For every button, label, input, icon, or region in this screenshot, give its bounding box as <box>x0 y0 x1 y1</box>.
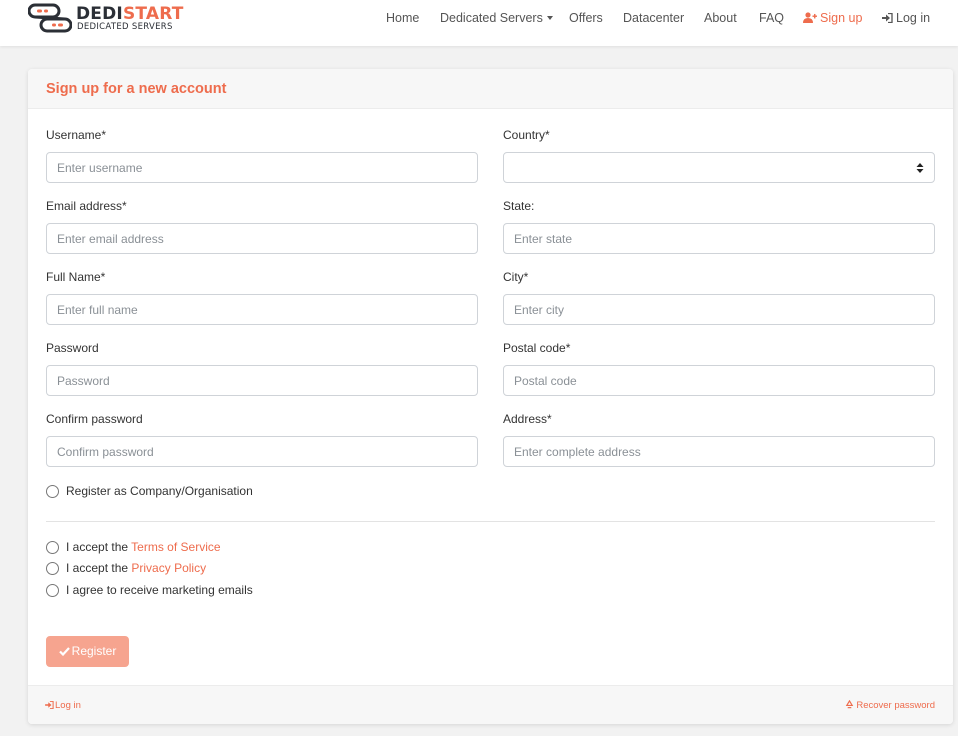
password-input[interactable] <box>46 365 478 396</box>
register-button[interactable]: Register <box>46 636 129 667</box>
city-label: City* <box>503 270 529 284</box>
username-label: Username* <box>46 128 107 142</box>
recover-password-label: Recover password <box>856 700 935 711</box>
city-input[interactable] <box>503 294 935 325</box>
nav-home[interactable]: Home <box>386 10 419 26</box>
card-header: Sign up for a new account <box>28 69 953 109</box>
nav-signup-label: Sign up <box>820 11 863 25</box>
company-checkbox[interactable] <box>46 485 59 498</box>
email-input[interactable] <box>46 223 478 254</box>
navbar: DEDISTART DEDICATED SERVERS Home Dedicat… <box>0 0 958 46</box>
postal-code-label: Postal code* <box>503 341 571 355</box>
brand-name-part1: DEDI <box>76 4 123 24</box>
nav-dedicated-servers[interactable]: Dedicated Servers <box>440 10 553 26</box>
username-input[interactable] <box>46 152 478 183</box>
full-name-input[interactable] <box>46 294 478 325</box>
terms-prefix: I accept the <box>66 540 129 554</box>
card-footer: Log in Recover password <box>28 685 953 724</box>
marketing-checkbox-label: I agree to receive marketing emails <box>66 583 253 597</box>
full-name-label: Full Name* <box>46 270 106 284</box>
divider <box>46 521 935 522</box>
email-label: Email address* <box>46 199 127 213</box>
recycle-icon <box>846 699 854 709</box>
marketing-checkbox[interactable] <box>46 584 59 597</box>
logo-s-icon <box>28 3 72 33</box>
sign-in-icon <box>45 700 54 710</box>
page-title: Sign up for a new account <box>46 81 227 97</box>
postal-code-input[interactable] <box>503 365 935 396</box>
brand-name-part2: START <box>122 4 184 24</box>
nav-faq[interactable]: FAQ <box>759 10 784 26</box>
nav-login-label: Log in <box>896 11 931 25</box>
brand-tagline: DEDICATED SERVERS <box>77 22 173 32</box>
select-arrows-icon <box>916 163 924 173</box>
footer-login-link[interactable]: Log in <box>45 700 81 711</box>
nav-about[interactable]: About <box>704 10 737 26</box>
brand-name: DEDISTART <box>76 4 184 24</box>
privacy-link[interactable]: Privacy Policy <box>131 561 206 575</box>
confirm-password-label: Confirm password <box>46 412 143 426</box>
user-plus-icon <box>803 12 817 23</box>
privacy-checkbox-label: I accept the Privacy Policy <box>66 561 206 575</box>
company-checkbox-label: Register as Company/Organisation <box>66 484 253 498</box>
privacy-prefix: I accept the <box>66 561 129 575</box>
check-icon <box>58 647 70 657</box>
confirm-password-input[interactable] <box>46 436 478 467</box>
brand-logo[interactable]: DEDISTART DEDICATED SERVERS <box>28 3 183 35</box>
address-label: Address* <box>503 412 552 426</box>
state-input[interactable] <box>503 223 935 254</box>
address-input[interactable] <box>503 436 935 467</box>
terms-link[interactable]: Terms of Service <box>131 540 220 554</box>
nav-signup[interactable]: Sign up <box>803 10 862 26</box>
state-label: State: <box>503 199 535 213</box>
footer-login-label: Log in <box>55 700 81 711</box>
password-label: Password <box>46 341 99 355</box>
terms-checkbox-label: I accept the Terms of Service <box>66 540 221 554</box>
recover-password-link[interactable]: Recover password <box>845 699 935 711</box>
country-select[interactable] <box>503 152 935 183</box>
nav-datacenter[interactable]: Datacenter <box>623 10 684 26</box>
nav-dedicated-servers-label: Dedicated Servers <box>440 11 543 25</box>
country-label: Country* <box>503 128 550 142</box>
nav-offers[interactable]: Offers <box>569 10 603 26</box>
nav-login[interactable]: Log in <box>882 10 930 26</box>
register-button-label: Register <box>71 644 117 658</box>
signup-card: Sign up for a new account Username* Emai… <box>28 69 953 724</box>
caret-down-icon <box>546 16 553 20</box>
sign-in-icon <box>882 12 893 24</box>
terms-checkbox[interactable] <box>46 541 59 554</box>
privacy-checkbox[interactable] <box>46 562 59 575</box>
